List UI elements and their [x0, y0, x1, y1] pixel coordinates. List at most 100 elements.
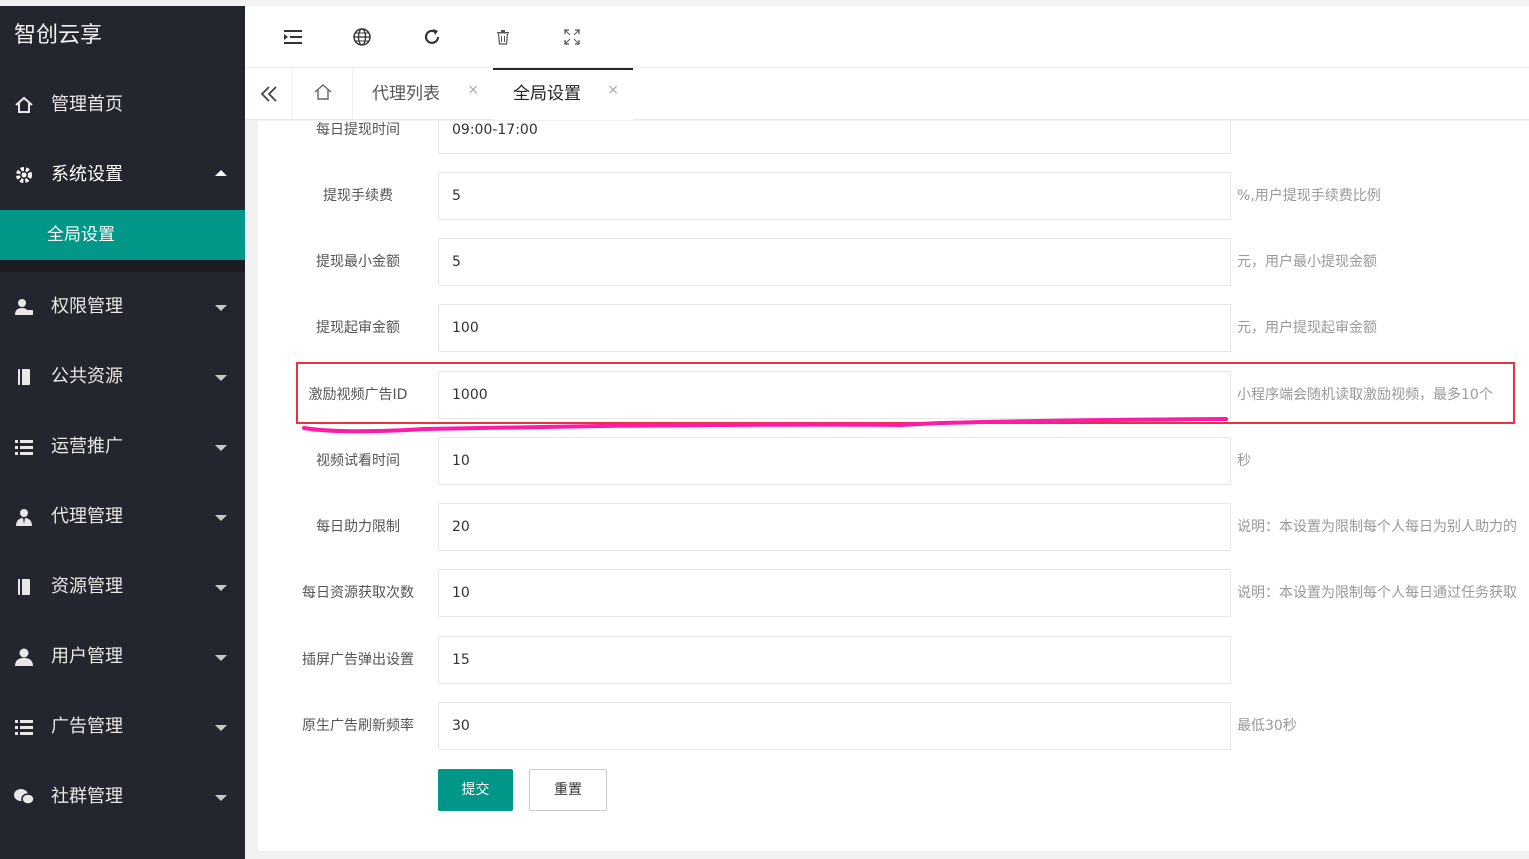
tab-global-settings[interactable]: 全局设置 ×: [493, 68, 633, 120]
user-lock-icon: [13, 272, 35, 342]
caret-down-icon: [215, 305, 227, 311]
field-label: 每日提现时间: [316, 122, 400, 138]
sidebar-item-operations[interactable]: 运营推广: [0, 412, 245, 482]
withdraw-min-input[interactable]: 5: [438, 238, 1231, 286]
sidebar-item-community[interactable]: 社群管理: [0, 762, 245, 832]
sidebar-item-label: 用户管理: [51, 646, 123, 667]
form-row: 插屏广告弹出设置 15: [258, 636, 1529, 684]
daily-resource-count-input[interactable]: 10: [438, 569, 1231, 617]
wechat-icon: [13, 762, 35, 832]
caret-down-icon: [215, 515, 227, 521]
sidebar-submenu: 全局设置: [0, 210, 245, 272]
field-note: 秒: [1237, 453, 1251, 469]
caret-down-icon: [215, 655, 227, 661]
field-note: 小程序端会随机读取激励视频，最多10个: [1237, 387, 1493, 403]
reset-button[interactable]: 重置: [529, 769, 607, 811]
withdraw-review-input[interactable]: 100: [438, 304, 1231, 352]
sidebar-item-system-settings[interactable]: 系统设置: [0, 140, 245, 210]
form-row: 每日提现时间 09:00-17:00: [258, 121, 1529, 154]
caret-down-icon: [215, 725, 227, 731]
caret-down-icon: [215, 375, 227, 381]
caret-down-icon: [215, 585, 227, 591]
field-label: 插屏广告弹出设置: [302, 652, 414, 668]
sidebar-item-label: 代理管理: [51, 506, 123, 527]
caret-down-icon: [215, 795, 227, 801]
sidebar-item-label: 系统设置: [51, 164, 123, 185]
sidebar-item-permissions[interactable]: 权限管理: [0, 272, 245, 342]
field-note: 元，用户提现起审金额: [1237, 320, 1377, 336]
sidebar-item-label: 权限管理: [51, 296, 123, 317]
tab-close-icon[interactable]: ×: [607, 66, 619, 114]
sidebar-item-label: 公共资源: [51, 366, 123, 387]
form-row: 提现手续费 5 %,用户提现手续费比例: [258, 172, 1529, 220]
form-row: 每日资源获取次数 10 说明：本设置为限制每个人每日通过任务获取: [258, 569, 1529, 617]
sidebar-item-users[interactable]: 用户管理: [0, 622, 245, 692]
refresh-icon[interactable]: [419, 24, 445, 50]
tab-label: 代理列表: [372, 84, 440, 104]
sidebar: 智创云享 管理首页 系统设置 全局设置 权限管理 公共资源 运营推广 代理管理 …: [0, 6, 245, 859]
tabs-bar: 代理列表 × 全局设置 ×: [245, 68, 1529, 120]
form-row: 每日助力限制 20 说明：本设置为限制每个人每日为别人助力的: [258, 503, 1529, 551]
form-row: 激励视频广告ID 1000 小程序端会随机读取激励视频，最多10个: [258, 371, 1529, 419]
top-toolbar: [245, 6, 1529, 68]
caret-down-icon: [215, 445, 227, 451]
app-logo: 智创云享: [14, 23, 103, 48]
form-row: 原生广告刷新频率 30 最低30秒: [258, 702, 1529, 750]
field-note: %,用户提现手续费比例: [1237, 188, 1381, 204]
trash-icon[interactable]: [490, 24, 516, 50]
sidebar-item-home[interactable]: 管理首页: [0, 70, 245, 140]
sidebar-item-resources[interactable]: 资源管理: [0, 552, 245, 622]
sidebar-subitem-global-settings[interactable]: 全局设置: [0, 210, 245, 260]
book-icon: [13, 342, 35, 412]
sidebar-item-label: 管理首页: [51, 94, 123, 115]
tab-close-icon[interactable]: ×: [467, 64, 479, 116]
tab-home[interactable]: [293, 68, 353, 120]
tabs-scroll-left-icon[interactable]: [245, 68, 293, 120]
field-label: 提现最小金额: [316, 254, 400, 270]
field-label: 激励视频广告ID: [308, 387, 408, 403]
sidebar-item-public-resources[interactable]: 公共资源: [0, 342, 245, 412]
field-label: 每日资源获取次数: [302, 585, 414, 601]
user-icon: [13, 622, 35, 692]
daily-assist-limit-input[interactable]: 20: [438, 503, 1231, 551]
field-label: 每日助力限制: [316, 519, 400, 535]
sidebar-item-label: 社群管理: [51, 786, 123, 807]
book-icon: [13, 552, 35, 622]
gear-icon: [13, 140, 35, 210]
field-label: 原生广告刷新频率: [302, 718, 414, 734]
sidebar-item-ads[interactable]: 广告管理: [0, 692, 245, 762]
list-icon: [13, 412, 35, 482]
tab-agent-list[interactable]: 代理列表 ×: [352, 68, 493, 120]
list-icon: [13, 692, 35, 762]
menu-fold-icon[interactable]: [280, 24, 306, 50]
field-label: 视频试看时间: [316, 453, 400, 469]
sidebar-item-agents[interactable]: 代理管理: [0, 482, 245, 552]
withdraw-fee-input[interactable]: 5: [438, 172, 1231, 220]
tab-label: 全局设置: [513, 84, 581, 104]
video-trial-time-input[interactable]: 10: [438, 437, 1231, 485]
field-note: 说明：本设置为限制每个人每日为别人助力的: [1237, 519, 1517, 535]
field-note: 元，用户最小提现金额: [1237, 254, 1377, 270]
form-row: 提现起审金额 100 元，用户提现起审金额: [258, 304, 1529, 352]
submit-button[interactable]: 提交: [438, 769, 513, 811]
withdraw-time-input[interactable]: 09:00-17:00: [438, 121, 1231, 154]
form-row: 视频试看时间 10 秒: [258, 437, 1529, 485]
field-note: 最低30秒: [1237, 718, 1297, 734]
form-row: 提现最小金额 5 元，用户最小提现金额: [258, 238, 1529, 286]
field-note: 说明：本设置为限制每个人每日通过任务获取: [1237, 585, 1517, 601]
field-label: 提现起审金额: [316, 320, 400, 336]
home-icon: [313, 82, 333, 106]
caret-up-icon: [215, 170, 227, 176]
settings-form: 每日提现时间 09:00-17:00 提现手续费 5 %,用户提现手续费比例 提…: [258, 121, 1529, 851]
native-ad-refresh-input[interactable]: 30: [438, 702, 1231, 750]
sidebar-item-label: 广告管理: [51, 716, 123, 737]
reward-video-ad-id-input[interactable]: 1000: [438, 371, 1231, 419]
sidebar-item-label: 资源管理: [51, 576, 123, 597]
home-icon: [13, 70, 35, 140]
fullscreen-icon[interactable]: [559, 24, 585, 50]
agent-icon: [13, 482, 35, 552]
sidebar-item-label: 运营推广: [51, 436, 123, 457]
field-label: 提现手续费: [323, 188, 393, 204]
interstitial-ad-input[interactable]: 15: [438, 636, 1231, 684]
globe-icon[interactable]: [349, 24, 375, 50]
